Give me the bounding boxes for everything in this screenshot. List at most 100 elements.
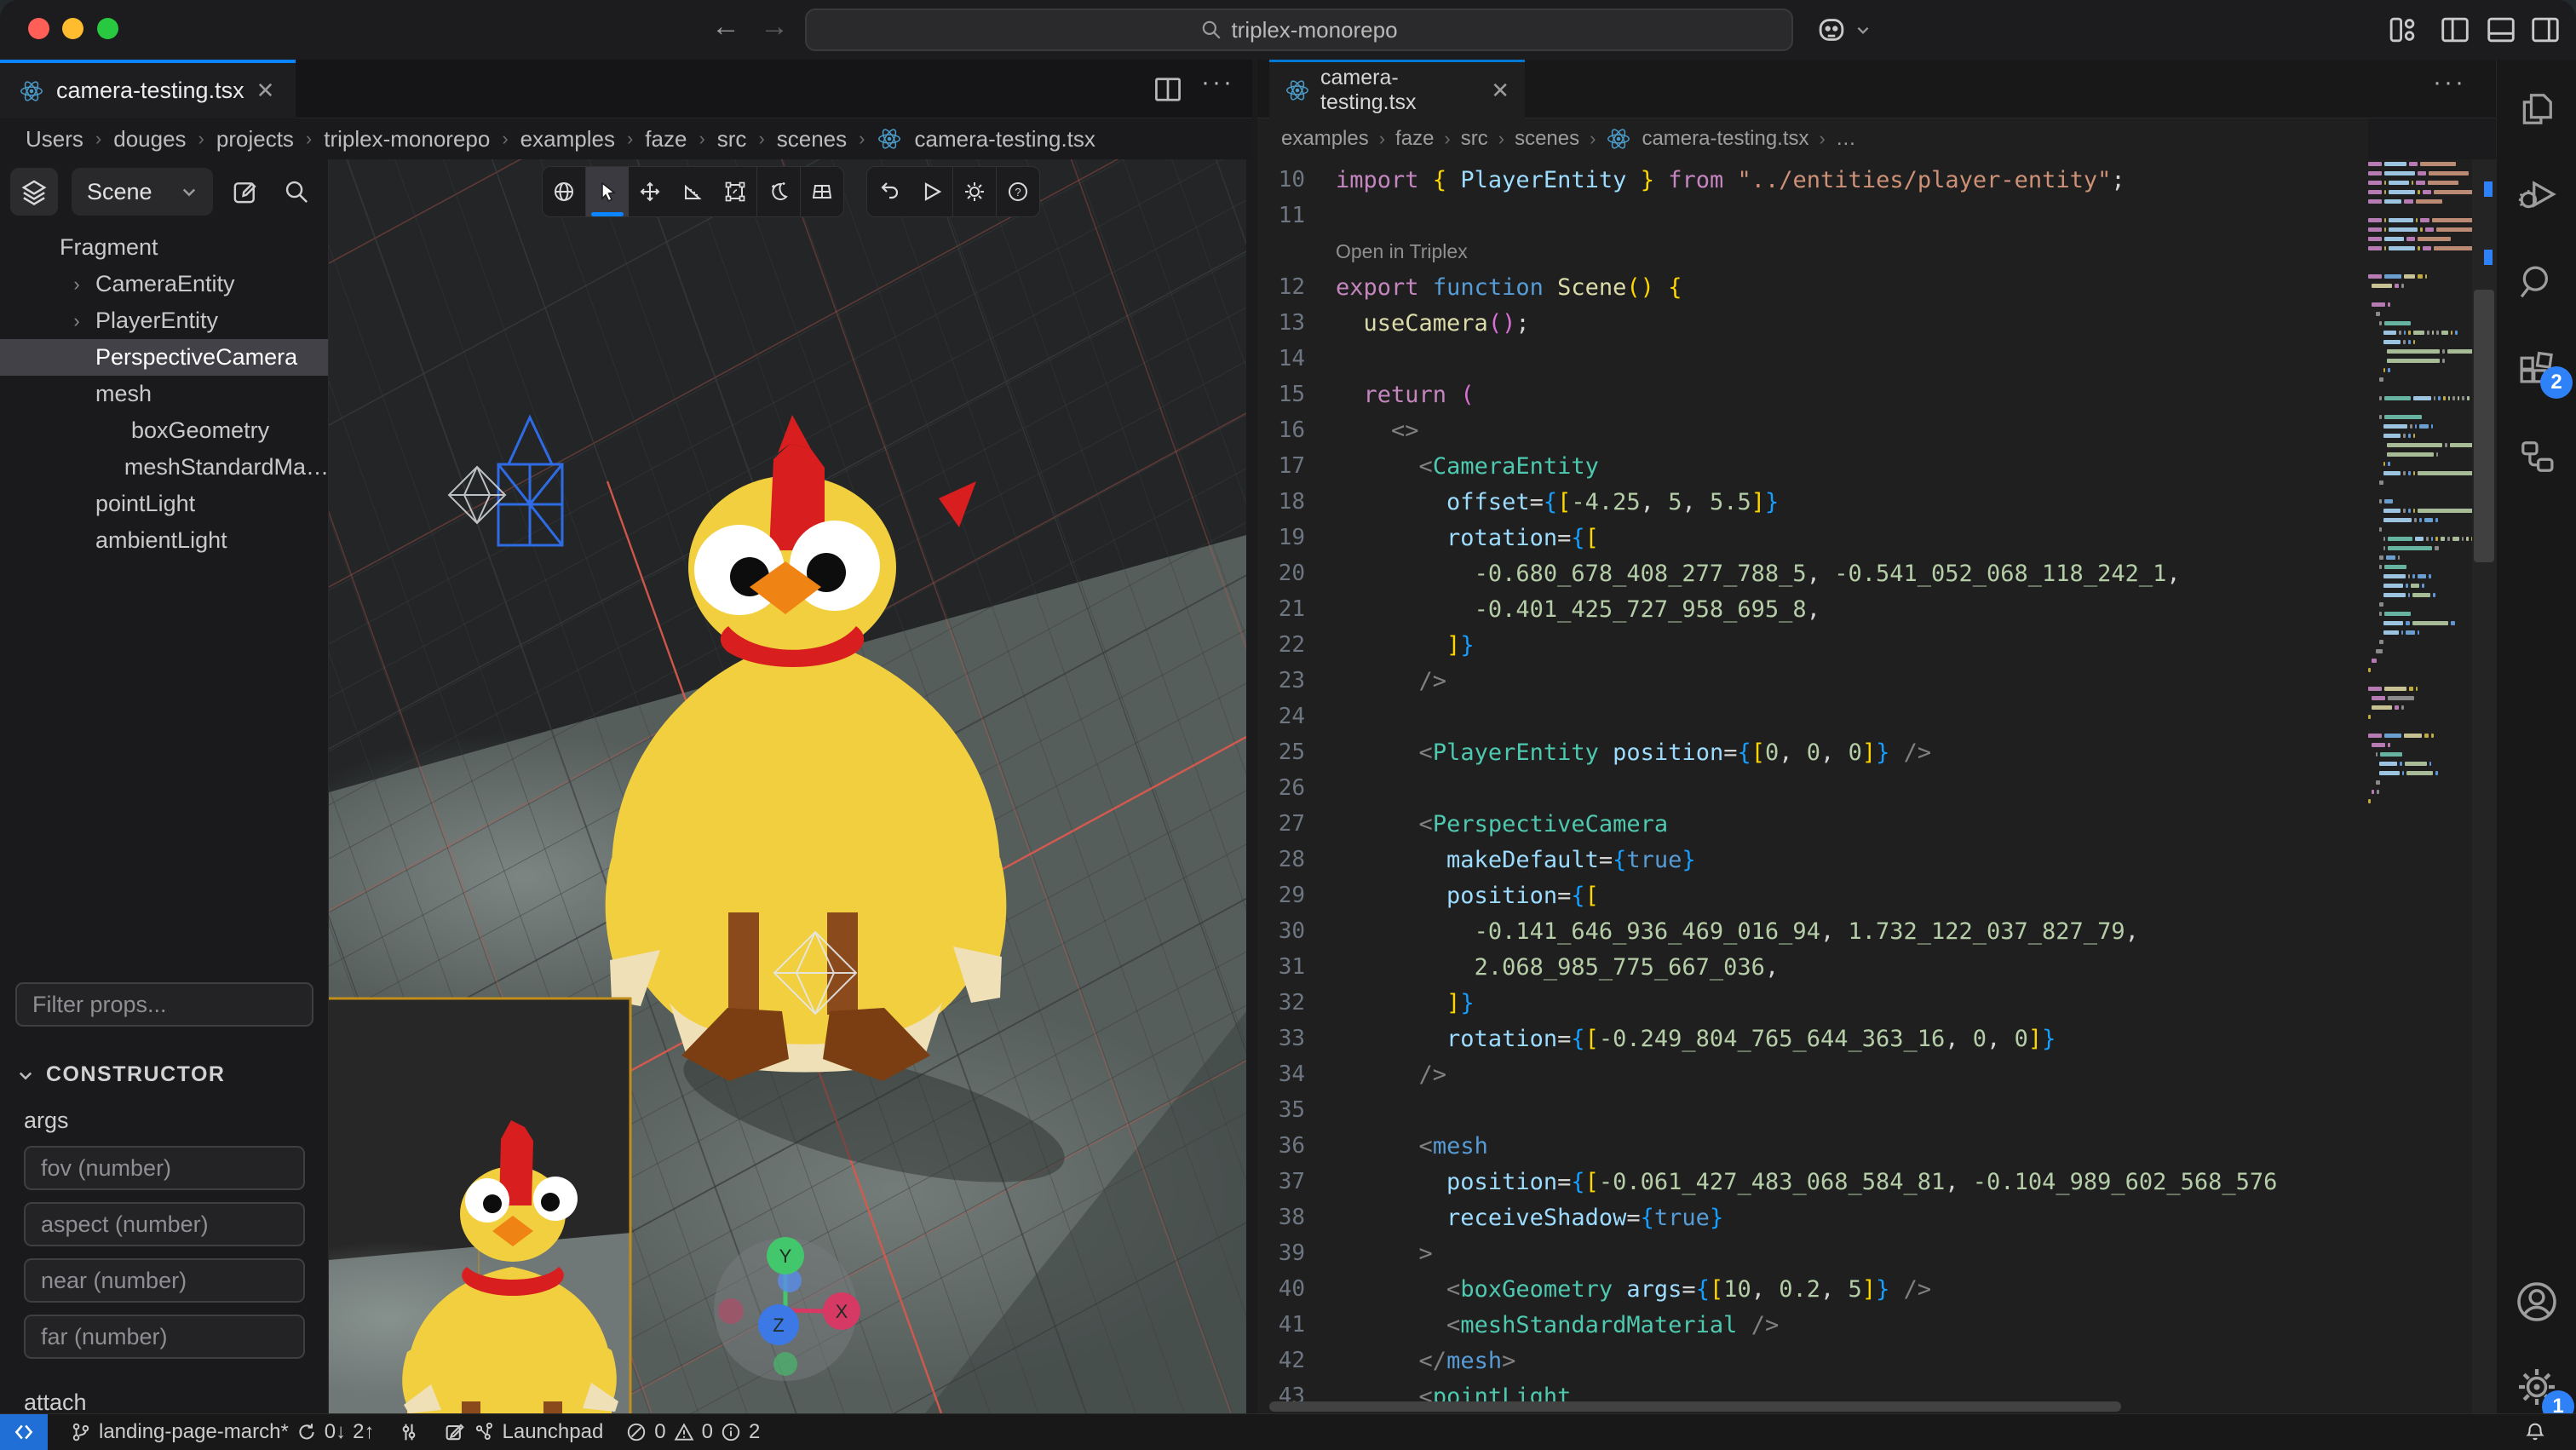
code-line-34[interactable]: 34 /> <box>1257 1056 2368 1092</box>
editor-h-scrollbar[interactable] <box>1269 1401 2121 1412</box>
frame-panels-button[interactable] <box>801 167 843 216</box>
tree-item-ambientlight[interactable]: ambientLight <box>0 522 329 559</box>
code-line-16[interactable]: 16 <> <box>1257 412 2368 448</box>
run-debug-button[interactable] <box>2511 169 2562 220</box>
assistant-menu-button[interactable] <box>1814 13 1871 47</box>
settings-button[interactable] <box>953 167 996 216</box>
breadcrumb-item[interactable]: … <box>1836 127 1856 151</box>
scene-selector[interactable]: Scene <box>72 168 213 216</box>
code-line-28[interactable]: 28 makeDefault={true} <box>1257 842 2368 877</box>
tab-camera-testing[interactable]: camera-testing.tsx ✕ <box>0 60 296 118</box>
breadcrumb-item[interactable]: douges <box>113 126 186 152</box>
more-actions-icon[interactable]: ··· <box>1201 68 1234 97</box>
tree-item-perspectivecamera[interactable]: PerspectiveCamera <box>0 339 329 376</box>
breadcrumb-item[interactable]: examples <box>1281 127 1369 151</box>
editor-tab-camera-testing[interactable]: camera-testing.tsx ✕ <box>1269 60 1525 118</box>
scene-canvas[interactable]: Y X Z <box>329 159 1246 1413</box>
breadcrumb-item[interactable]: triplex-monorepo <box>324 126 490 152</box>
split-bottom-icon[interactable] <box>2484 13 2518 47</box>
zoom-window-button[interactable] <box>97 18 118 39</box>
problems-status[interactable]: 0 0 2 <box>625 1420 760 1444</box>
breadcrumb-item[interactable]: scenes <box>1515 127 1579 151</box>
environment-button[interactable] <box>757 167 800 216</box>
breadcrumb-item[interactable]: faze <box>1395 127 1434 151</box>
tree-item-playerentity[interactable]: ›PlayerEntity <box>0 302 329 339</box>
breadcrumb-item[interactable]: examples <box>520 126 615 152</box>
breadcrumb-item[interactable]: scenes <box>777 126 847 152</box>
code-line-29[interactable]: 29 position={[ <box>1257 877 2368 913</box>
code-line-20[interactable]: 20 -0.680_678_408_277_788_5, -0.541_052_… <box>1257 555 2368 591</box>
code-line-32[interactable]: 32 ]} <box>1257 985 2368 1021</box>
tuning-status[interactable] <box>397 1420 421 1444</box>
breadcrumb-item[interactable]: src <box>1461 127 1488 151</box>
code-line-17[interactable]: 17 <CameraEntity <box>1257 448 2368 484</box>
extensions-button[interactable]: 2 <box>2511 341 2562 392</box>
code-line-10[interactable]: 10import { PlayerEntity } from "../entit… <box>1257 162 2368 198</box>
search-view-button[interactable] <box>2511 257 2562 308</box>
code-line-13[interactable]: 13 useCamera(); <box>1257 305 2368 341</box>
arg-input-aspect[interactable]: aspect (number) <box>24 1202 305 1246</box>
help-button[interactable]: ? <box>997 167 1039 216</box>
code-line-24[interactable]: 24 <box>1257 699 2368 734</box>
code-line-33[interactable]: 33 rotation={[-0.249_804_765_644_363_16,… <box>1257 1021 2368 1056</box>
code-line-39[interactable]: 39 > <box>1257 1235 2368 1271</box>
scrollbar-thumb[interactable] <box>2474 290 2494 562</box>
world-space-button[interactable] <box>543 167 585 216</box>
breadcrumb-item[interactable]: projects <box>216 126 294 152</box>
code-line-36[interactable]: 36 <mesh <box>1257 1128 2368 1164</box>
close-window-button[interactable] <box>28 18 49 39</box>
code-line-40[interactable]: 40 <boxGeometry args={[10, 0.2, 5]} /> <box>1257 1271 2368 1307</box>
code-line-25[interactable]: 25 <PlayerEntity position={[0, 0, 0]} /> <box>1257 734 2368 770</box>
editor-more-actions-icon[interactable]: ··· <box>2433 68 2466 97</box>
split-right-icon[interactable] <box>2528 13 2562 47</box>
account-button[interactable] <box>2511 1276 2562 1327</box>
manage-button[interactable]: 1 <box>2511 1361 2562 1413</box>
search-scene-button[interactable] <box>278 173 315 210</box>
code-line-26[interactable]: 26 <box>1257 770 2368 806</box>
undo-button[interactable] <box>867 167 910 216</box>
scale-tool-button[interactable] <box>671 167 714 216</box>
forward-arrow-icon[interactable]: → <box>760 10 789 43</box>
code-line-23[interactable]: 23 /> <box>1257 663 2368 699</box>
tree-item-pointlight[interactable]: pointLight <box>0 486 329 522</box>
arg-input-near[interactable]: near (number) <box>24 1258 305 1303</box>
breadcrumb-item[interactable]: camera-testing.tsx <box>1642 127 1808 151</box>
code-lens-label[interactable]: Open in Triplex <box>1257 240 1468 263</box>
viewport-3d[interactable]: Y X Z <box>329 159 1246 1413</box>
breadcrumb-item[interactable]: camera-testing.tsx <box>914 126 1095 152</box>
code-line-41[interactable]: 41 <meshStandardMaterial /> <box>1257 1307 2368 1343</box>
code-editor[interactable]: 10import { PlayerEntity } from "../entit… <box>1257 159 2496 1413</box>
code-line-14[interactable]: 14 <box>1257 341 2368 377</box>
section-constructor[interactable]: CONSTRUCTOR <box>17 1062 329 1087</box>
chevron-right-icon[interactable]: › <box>66 273 87 296</box>
code-line-12[interactable]: 12export function Scene() { <box>1257 269 2368 305</box>
code-line-15[interactable]: 15 return ( <box>1257 377 2368 412</box>
branch-status[interactable]: landing-page-march* 0↓ 2↑ <box>70 1420 375 1444</box>
code-lens[interactable]: Open in Triplex <box>1257 233 2368 269</box>
split-left-icon[interactable] <box>2438 13 2472 47</box>
transform-tool-button[interactable] <box>714 167 756 216</box>
code-line-22[interactable]: 22 ]} <box>1257 627 2368 663</box>
arg-input-far[interactable]: far (number) <box>24 1315 305 1359</box>
code-line-21[interactable]: 21 -0.401_425_727_958_695_8, <box>1257 591 2368 627</box>
layout-blocks-icon[interactable] <box>2385 13 2419 47</box>
minimize-window-button[interactable] <box>62 18 83 39</box>
code-line-35[interactable]: 35 <box>1257 1092 2368 1128</box>
chevron-right-icon[interactable]: › <box>66 310 87 332</box>
breadcrumb-item[interactable]: faze <box>645 126 687 152</box>
tree-item-mesh[interactable]: mesh <box>0 376 329 412</box>
notifications-status[interactable] <box>2523 1420 2547 1444</box>
close-tab-icon[interactable]: ✕ <box>1491 78 1509 104</box>
breadcrumb-item[interactable]: Users <box>26 126 83 152</box>
select-tool-button[interactable] <box>586 167 629 216</box>
launchpad-status[interactable]: Launchpad <box>443 1420 604 1444</box>
tree-item-cameraentity[interactable]: ›CameraEntity <box>0 266 329 302</box>
hierarchy-button[interactable] <box>2511 431 2562 482</box>
translate-tool-button[interactable] <box>629 167 671 216</box>
close-tab-icon[interactable]: ✕ <box>256 78 275 104</box>
editor-scrollbar[interactable] <box>2472 159 2496 1413</box>
layers-panel-button[interactable] <box>10 168 58 216</box>
code-line-38[interactable]: 38 receiveShadow={true} <box>1257 1200 2368 1235</box>
code-line-11[interactable]: 11 <box>1257 198 2368 233</box>
code-line-37[interactable]: 37 position={[-0.061_427_483_068_584_81,… <box>1257 1164 2368 1200</box>
